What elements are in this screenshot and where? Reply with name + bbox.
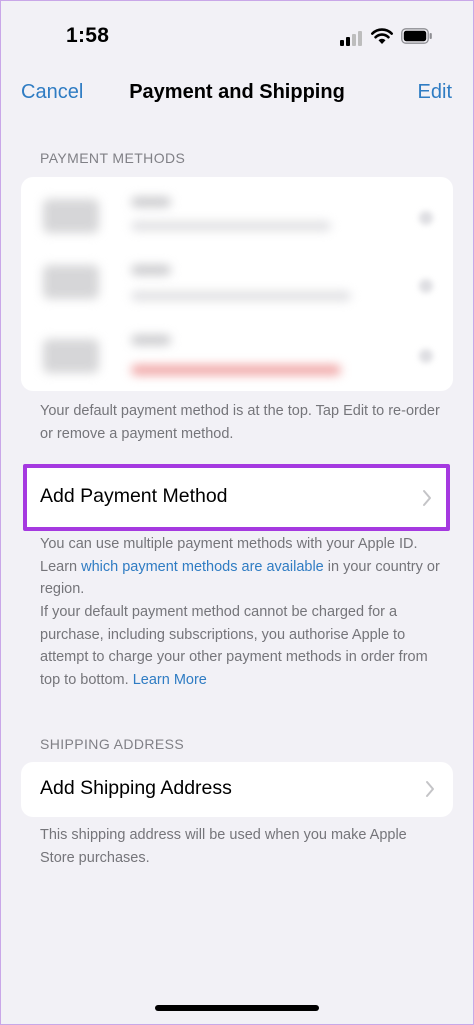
payment-methods-available-link[interactable]: which payment methods are available xyxy=(81,559,324,575)
shipping-address-footer: This shipping address will be used when … xyxy=(40,827,407,866)
card-status-blurred xyxy=(131,365,341,375)
status-bar: 1:58 xyxy=(0,0,474,70)
authorise-text: If your default payment method cannot be… xyxy=(40,604,428,688)
payment-method-row[interactable] xyxy=(21,319,453,405)
payment-methods-list xyxy=(21,177,453,391)
payment-methods-footer: Your default payment method is at the to… xyxy=(40,403,440,442)
card-name-blurred xyxy=(131,335,171,345)
card-image xyxy=(43,265,99,299)
edit-button[interactable]: Edit xyxy=(418,81,452,104)
wifi-icon xyxy=(371,28,393,44)
chevron-right-icon xyxy=(419,279,433,293)
learn-more-link[interactable]: Learn More xyxy=(133,672,207,688)
payment-method-row[interactable] xyxy=(21,241,453,327)
card-detail-blurred xyxy=(131,291,351,301)
payment-methods-info: You can use multiple payment methods wit… xyxy=(40,533,440,601)
add-payment-method-button[interactable]: Add Payment Method xyxy=(23,464,450,531)
chevron-right-icon xyxy=(423,490,431,506)
chevron-right-icon xyxy=(419,349,433,363)
shipping-address-header: SHIPPING ADDRESS xyxy=(40,736,185,752)
battery-icon xyxy=(401,28,432,44)
card-image xyxy=(43,339,99,373)
add-payment-method-label: Add Payment Method xyxy=(40,485,228,507)
payment-methods-header: PAYMENT METHODS xyxy=(40,150,186,166)
card-detail-blurred xyxy=(131,221,331,231)
status-time: 1:58 xyxy=(66,24,110,47)
add-shipping-address-button[interactable]: Add Shipping Address xyxy=(21,762,453,817)
navigation-bar: Cancel Payment and Shipping Edit xyxy=(0,70,474,116)
card-name-blurred xyxy=(131,197,171,207)
authorise-charges-info: If your default payment method cannot be… xyxy=(40,601,440,691)
page-title: Payment and Shipping xyxy=(129,81,345,103)
chevron-right-icon xyxy=(426,781,434,797)
card-name-blurred xyxy=(131,265,171,275)
cellular-signal-icon xyxy=(340,30,364,46)
add-shipping-address-label: Add Shipping Address xyxy=(40,777,232,799)
card-image xyxy=(43,199,99,233)
chevron-right-icon xyxy=(419,211,433,225)
home-indicator[interactable] xyxy=(155,1005,319,1011)
